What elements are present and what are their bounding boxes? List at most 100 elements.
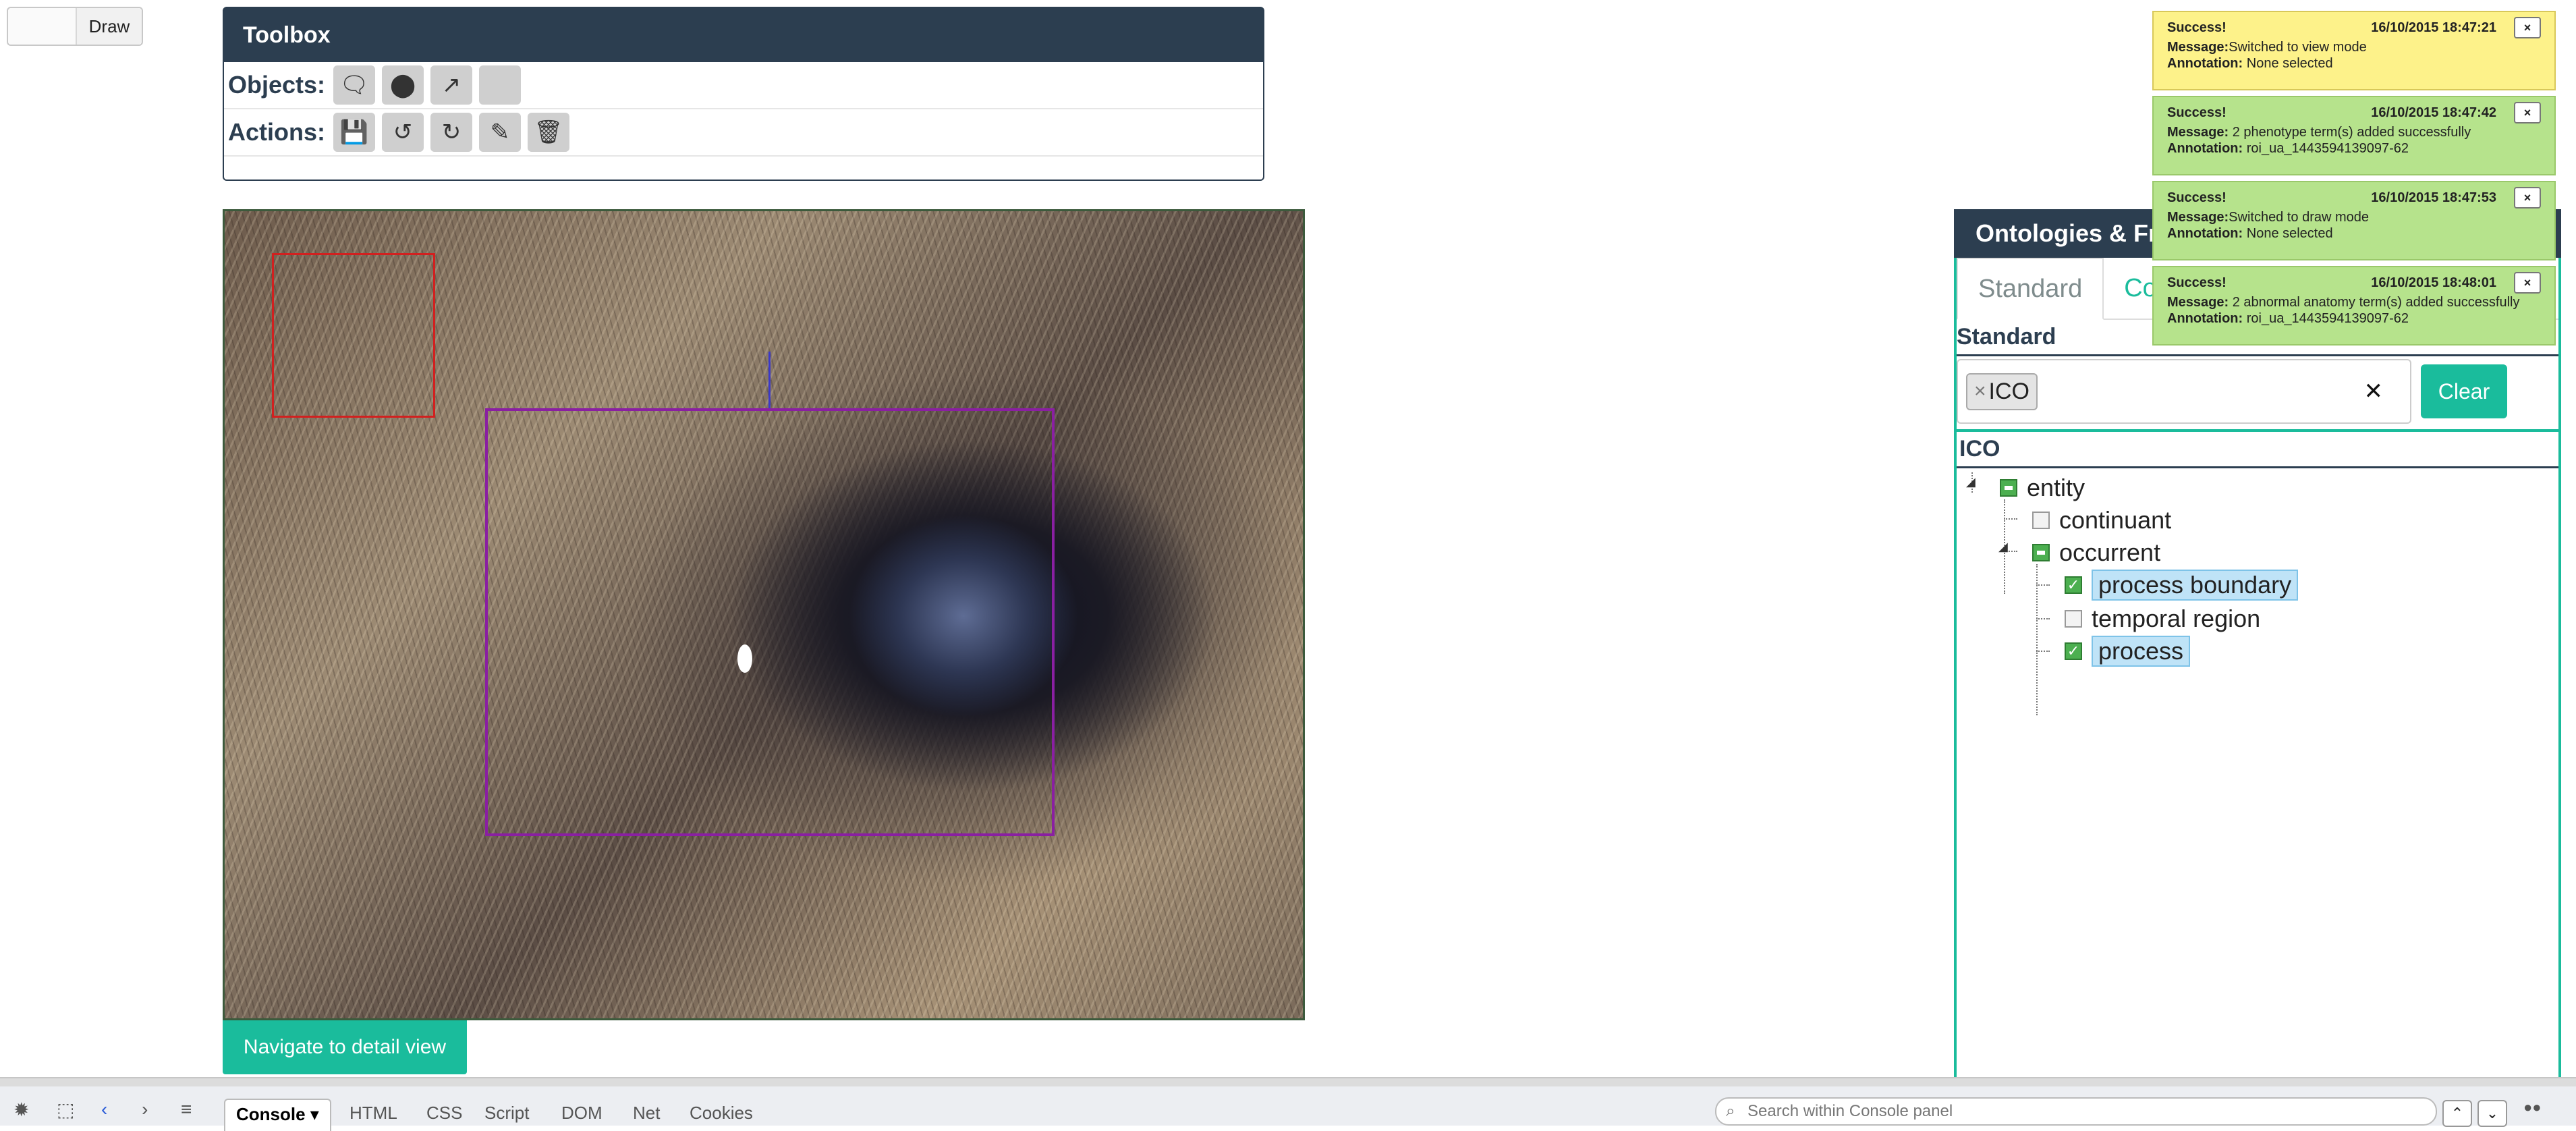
tree-node-continuant[interactable]: continuant (2032, 505, 2171, 536)
notif-annotation: None selected (2246, 226, 2333, 241)
command-line-icon[interactable]: ≡ (181, 1099, 192, 1120)
notification-toast: Success! 16/10/2015 18:47:21 × Message:S… (2152, 11, 2556, 90)
notif-time: 16/10/2015 18:47:53 (2371, 190, 2496, 205)
tab-standard[interactable]: Standard (1957, 258, 2104, 320)
tree-connector (2036, 651, 2050, 652)
node-label: continuant (2059, 506, 2172, 534)
tab-css[interactable]: CSS (426, 1103, 462, 1124)
toolbox-panel: Toolbox Objects: 🗨 ⬤ ↗ Actions: 💾 ↺ ↻ ✎ … (223, 7, 1264, 181)
tree-connector (2036, 584, 2050, 586)
notif-annotation-label: Annotation: (2167, 311, 2243, 326)
console-search-input[interactable]: ⌕ Search within Console panel (1715, 1097, 2437, 1126)
filter-chip[interactable]: × ICO (1966, 373, 2038, 410)
notif-time: 16/10/2015 18:47:42 (2371, 105, 2496, 120)
search-icon: ⌕ (1726, 1102, 1735, 1120)
notif-time: 16/10/2015 18:47:21 (2371, 20, 2496, 35)
comment-icon[interactable]: 🗨 (333, 65, 375, 105)
redo-icon[interactable]: ↻ (430, 113, 472, 152)
tab-label: Console (236, 1104, 306, 1124)
tree-connector (2036, 618, 2050, 619)
checkbox-icon[interactable] (2032, 512, 2050, 529)
objects-row: Objects: 🗨 ⬤ ↗ (224, 62, 1263, 109)
clear-input-icon[interactable]: ✕ (2364, 378, 2384, 405)
notif-message: Switched to view mode (2229, 40, 2367, 55)
horizontal-scrollbar[interactable] (0, 1078, 2576, 1086)
filter-row: × ICO ✕ Clear (1957, 356, 2558, 426)
annotated-image[interactable] (223, 209, 1305, 1020)
close-icon[interactable]: × (2514, 102, 2541, 123)
expand-toggle-icon[interactable]: ◢ (1966, 475, 1976, 489)
close-icon[interactable]: × (2514, 272, 2541, 294)
roi-purple-box[interactable] (485, 408, 1055, 836)
undo-icon[interactable]: ↺ (382, 113, 424, 152)
roi-connector-line (768, 352, 771, 410)
save-icon[interactable]: 💾 (333, 113, 375, 152)
notif-time: 16/10/2015 18:48:01 (2371, 275, 2496, 290)
notif-message-label: Message: (2167, 210, 2229, 225)
clear-button[interactable]: Clear (2421, 364, 2507, 418)
back-icon[interactable]: ‹ (101, 1099, 107, 1120)
tab-html[interactable]: HTML (349, 1103, 397, 1124)
toggle-knob[interactable] (8, 8, 77, 45)
node-label: entity (2027, 474, 2085, 501)
checkbox-icon[interactable]: ✓ (2065, 576, 2082, 594)
notif-annotation: roi_ua_1443594139097-62 (2246, 141, 2409, 156)
tab-cookies[interactable]: Cookies (690, 1103, 753, 1124)
notif-status: Success! (2167, 190, 2227, 205)
objects-label: Objects: (228, 71, 326, 99)
notif-annotation-label: Annotation: (2167, 226, 2243, 241)
checkbox-icon[interactable] (2065, 610, 2082, 628)
tab-dom[interactable]: DOM (561, 1103, 603, 1124)
draw-mode-toggle[interactable]: Draw (7, 7, 143, 46)
devtools-bar: ✹ ⬚ ‹ › ≡ Console ▾ HTML CSS Script DOM … (0, 1077, 2576, 1131)
delete-icon[interactable]: 🗑 (528, 113, 569, 152)
checkbox-icon[interactable] (2000, 479, 2017, 497)
forward-icon[interactable]: › (142, 1099, 148, 1120)
checkbox-icon[interactable]: ✓ (2065, 642, 2082, 660)
notification-toast: Success! 16/10/2015 18:47:42 × Message: … (2152, 96, 2556, 175)
chevron-down-icon[interactable]: ⌄ (2477, 1100, 2507, 1127)
notif-status: Success! (2167, 105, 2227, 120)
window-controls-icon[interactable]: ●● (2523, 1099, 2542, 1116)
node-label: temporal region (2092, 605, 2261, 632)
notif-annotation: None selected (2246, 56, 2333, 71)
toolbox-title: Toolbox (224, 8, 1263, 62)
edit-icon[interactable]: ✎ (479, 113, 521, 152)
notif-message-label: Message: (2167, 295, 2229, 310)
tree-connector (2004, 518, 2017, 520)
marker-icon[interactable]: ⬤ (382, 65, 424, 105)
tree-node-process-boundary[interactable]: ✓ process boundary (2065, 570, 2299, 601)
inspect-icon[interactable]: ⬚ (57, 1099, 74, 1121)
notif-status: Success! (2167, 20, 2227, 35)
eye-glint (737, 644, 752, 673)
actions-row: Actions: 💾 ↺ ↻ ✎ 🗑 (224, 109, 1263, 157)
search-placeholder: Search within Console panel (1747, 1102, 1953, 1120)
chip-remove-icon[interactable]: × (1974, 380, 1986, 403)
notif-message-label: Message: (2167, 40, 2229, 55)
navigate-detail-button[interactable]: Navigate to detail view (223, 1020, 467, 1074)
tree-connector (2036, 564, 2038, 715)
tree-node-occurrent[interactable]: occurrent (2032, 537, 2160, 568)
notif-message: 2 abnormal anatomy term(s) added success… (2232, 295, 2520, 310)
tree-node-temporal-region[interactable]: temporal region (2065, 603, 2260, 634)
polyline-icon[interactable]: ↗ (430, 65, 472, 105)
ontology-tree: ICO ◢ ◢ entity continuant occurrent ✓ pr… (1957, 429, 2558, 1039)
notification-toast: Success! 16/10/2015 18:48:01 × Message: … (2152, 266, 2556, 346)
tree-node-entity[interactable]: entity (2000, 472, 2085, 503)
chevron-up-icon[interactable]: ⌃ (2442, 1100, 2472, 1127)
expand-toggle-icon[interactable]: ◢ (1998, 540, 2008, 554)
close-icon[interactable]: × (2514, 187, 2541, 209)
tree-node-process[interactable]: ✓ process (2065, 636, 2191, 667)
checkbox-icon[interactable] (2032, 544, 2050, 561)
ontology-filter-input[interactable]: × ICO ✕ (1957, 359, 2411, 424)
tab-console[interactable]: Console ▾ (224, 1099, 331, 1131)
notif-message: 2 phenotype term(s) added successfully (2232, 125, 2471, 140)
notif-annotation-label: Annotation: (2167, 141, 2243, 156)
tab-net[interactable]: Net (633, 1103, 660, 1124)
close-icon[interactable]: × (2514, 17, 2541, 38)
tab-script[interactable]: Script (484, 1103, 529, 1124)
roi-red-box[interactable] (272, 253, 435, 418)
firebug-icon[interactable]: ✹ (13, 1099, 29, 1121)
notif-status: Success! (2167, 275, 2227, 290)
empty-tool[interactable] (479, 65, 521, 105)
